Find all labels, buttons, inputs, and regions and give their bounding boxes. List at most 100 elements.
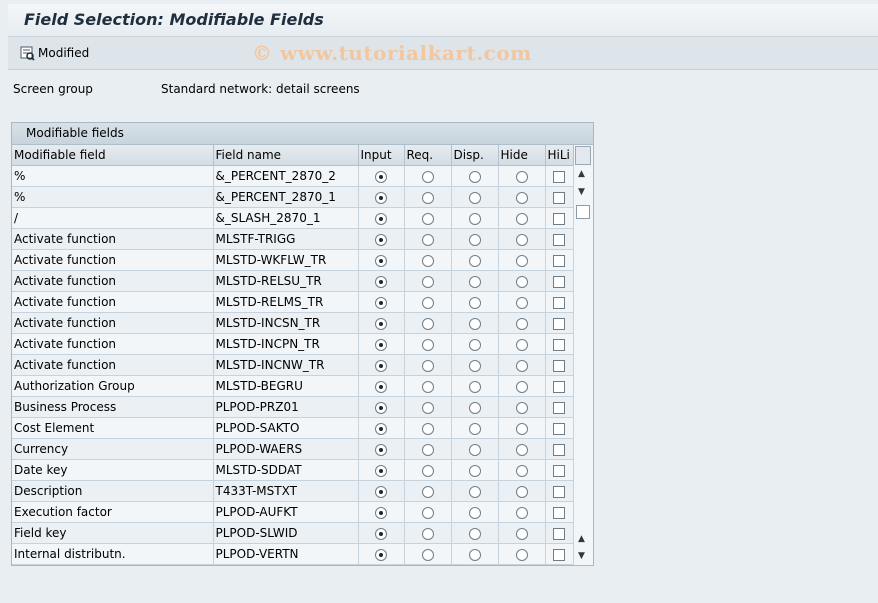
hide-radio[interactable] bbox=[515, 275, 528, 288]
hide-radio[interactable] bbox=[515, 191, 528, 204]
req-radio[interactable] bbox=[421, 485, 434, 498]
req-radio[interactable] bbox=[421, 170, 434, 183]
disp-radio[interactable] bbox=[468, 359, 481, 372]
hide-radio[interactable] bbox=[515, 401, 528, 414]
input-radio[interactable] bbox=[375, 527, 387, 540]
hili-checkbox[interactable] bbox=[553, 338, 565, 351]
modified-button[interactable]: Modified bbox=[20, 44, 89, 62]
req-radio[interactable] bbox=[421, 191, 434, 204]
hide-radio[interactable] bbox=[515, 506, 528, 519]
hide-radio[interactable] bbox=[515, 485, 528, 498]
hide-radio[interactable] bbox=[515, 338, 528, 351]
hili-checkbox[interactable] bbox=[553, 233, 565, 246]
hili-checkbox[interactable] bbox=[553, 191, 565, 204]
col-header-disp[interactable]: Disp. bbox=[451, 145, 499, 166]
disp-radio[interactable] bbox=[468, 254, 481, 267]
hili-checkbox[interactable] bbox=[553, 464, 565, 477]
hili-checkbox[interactable] bbox=[553, 275, 565, 288]
disp-radio[interactable] bbox=[468, 212, 481, 225]
disp-radio[interactable] bbox=[468, 233, 481, 246]
disp-radio[interactable] bbox=[468, 506, 481, 519]
disp-radio[interactable] bbox=[468, 170, 481, 183]
column-settings-icon[interactable] bbox=[575, 146, 591, 165]
disp-radio[interactable] bbox=[468, 191, 481, 204]
req-radio[interactable] bbox=[421, 338, 434, 351]
input-radio[interactable] bbox=[375, 485, 387, 498]
hide-radio[interactable] bbox=[515, 317, 528, 330]
req-radio[interactable] bbox=[421, 506, 434, 519]
hide-radio[interactable] bbox=[515, 443, 528, 456]
req-radio[interactable] bbox=[421, 548, 434, 561]
disp-radio[interactable] bbox=[468, 548, 481, 561]
disp-radio[interactable] bbox=[468, 527, 481, 540]
req-radio[interactable] bbox=[421, 443, 434, 456]
hide-radio[interactable] bbox=[515, 296, 528, 309]
col-header-field-name[interactable]: Field name bbox=[213, 145, 359, 166]
disp-radio[interactable] bbox=[468, 338, 481, 351]
hide-radio[interactable] bbox=[515, 212, 528, 225]
input-radio[interactable] bbox=[375, 380, 387, 393]
input-radio[interactable] bbox=[375, 422, 387, 435]
input-radio[interactable] bbox=[375, 506, 387, 519]
hili-checkbox[interactable] bbox=[553, 212, 565, 225]
col-header-hide[interactable]: Hide bbox=[498, 145, 546, 166]
disp-radio[interactable] bbox=[468, 275, 481, 288]
hili-checkbox[interactable] bbox=[553, 548, 565, 561]
disp-radio[interactable] bbox=[468, 485, 481, 498]
req-radio[interactable] bbox=[421, 212, 434, 225]
disp-radio[interactable] bbox=[468, 380, 481, 393]
scroll-page-down-icon[interactable]: ▼ bbox=[578, 551, 585, 561]
hide-radio[interactable] bbox=[515, 233, 528, 246]
req-radio[interactable] bbox=[421, 317, 434, 330]
hili-checkbox[interactable] bbox=[553, 170, 565, 183]
hili-checkbox[interactable] bbox=[553, 506, 565, 519]
hide-radio[interactable] bbox=[515, 170, 528, 183]
req-radio[interactable] bbox=[421, 296, 434, 309]
hili-checkbox[interactable] bbox=[553, 485, 565, 498]
col-header-input[interactable]: Input bbox=[358, 145, 405, 166]
hili-checkbox[interactable] bbox=[553, 401, 565, 414]
hili-checkbox[interactable] bbox=[553, 380, 565, 393]
hide-radio[interactable] bbox=[515, 464, 528, 477]
hili-checkbox[interactable] bbox=[553, 317, 565, 330]
input-radio[interactable] bbox=[375, 548, 387, 561]
input-radio[interactable] bbox=[375, 170, 387, 183]
scroll-thumb[interactable] bbox=[576, 205, 590, 219]
hili-checkbox[interactable] bbox=[553, 527, 565, 540]
req-radio[interactable] bbox=[421, 233, 434, 246]
hide-radio[interactable] bbox=[515, 422, 528, 435]
req-radio[interactable] bbox=[421, 275, 434, 288]
hide-radio[interactable] bbox=[515, 359, 528, 372]
hili-checkbox[interactable] bbox=[553, 422, 565, 435]
hide-radio[interactable] bbox=[515, 380, 528, 393]
input-radio[interactable] bbox=[375, 212, 387, 225]
disp-radio[interactable] bbox=[468, 443, 481, 456]
req-radio[interactable] bbox=[421, 464, 434, 477]
req-radio[interactable] bbox=[421, 401, 434, 414]
col-header-modifiable-field[interactable]: Modifiable field bbox=[12, 145, 214, 166]
scroll-page-up-icon[interactable]: ▲ bbox=[578, 534, 585, 544]
disp-radio[interactable] bbox=[468, 464, 481, 477]
req-radio[interactable] bbox=[421, 527, 434, 540]
disp-radio[interactable] bbox=[468, 317, 481, 330]
scroll-down-icon[interactable]: ▼ bbox=[578, 187, 585, 197]
disp-radio[interactable] bbox=[468, 422, 481, 435]
col-header-req[interactable]: Req. bbox=[404, 145, 452, 166]
hide-radio[interactable] bbox=[515, 254, 528, 267]
vertical-scrollbar[interactable]: ▲ ▼ ▲ ▼ bbox=[574, 145, 592, 565]
hili-checkbox[interactable] bbox=[553, 443, 565, 456]
hide-radio[interactable] bbox=[515, 527, 528, 540]
req-radio[interactable] bbox=[421, 422, 434, 435]
col-header-hili[interactable]: HiLi bbox=[545, 145, 574, 166]
input-radio[interactable] bbox=[375, 296, 387, 309]
hili-checkbox[interactable] bbox=[553, 296, 565, 309]
input-radio[interactable] bbox=[375, 464, 387, 477]
input-radio[interactable] bbox=[375, 317, 387, 330]
input-radio[interactable] bbox=[375, 338, 387, 351]
disp-radio[interactable] bbox=[468, 296, 481, 309]
input-radio[interactable] bbox=[375, 359, 387, 372]
scroll-up-icon[interactable]: ▲ bbox=[578, 169, 585, 179]
input-radio[interactable] bbox=[375, 275, 387, 288]
req-radio[interactable] bbox=[421, 254, 434, 267]
req-radio[interactable] bbox=[421, 359, 434, 372]
